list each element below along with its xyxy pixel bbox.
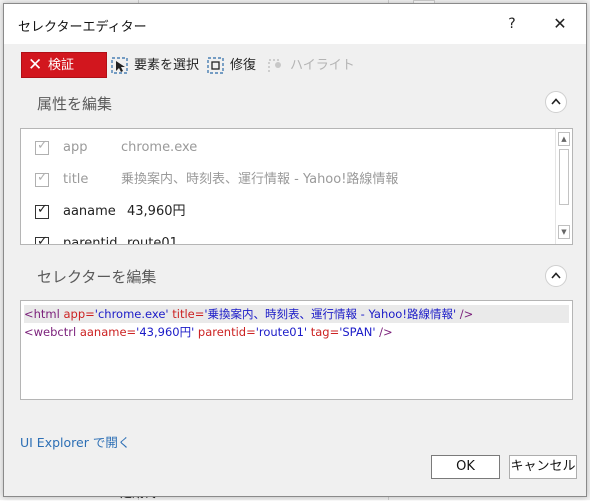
window-title: セレクターエディター <box>18 20 147 35</box>
select-element-label: 要素を選択 <box>134 58 200 73</box>
chevron-up-icon <box>551 272 561 279</box>
collapse-attributes-button[interactable] <box>545 91 567 113</box>
code-attribute: parentid= <box>194 325 256 339</box>
selector-line-webctrl: <webctrl aaname='43,960円' parentid='rout… <box>24 323 569 341</box>
attribute-row-parentid[interactable]: ✓ parentid route01 <box>21 230 554 245</box>
open-in-ui-explorer-link[interactable]: UI Explorer で開く <box>20 432 130 451</box>
attribute-value: chrome.exe <box>121 140 198 155</box>
repair-button[interactable]: 修復 <box>206 55 262 77</box>
edit-attributes-heading: 属性を編集 <box>37 95 113 113</box>
attribute-value: route01 <box>127 236 178 245</box>
edit-selector-heading: セレクターを編集 <box>37 268 157 286</box>
attribute-value: 43,960円 <box>127 204 186 219</box>
attributes-list[interactable]: ✓ app chrome.exe ✓ title 乗換案内、時刻表、運行情報 -… <box>20 128 573 245</box>
code-value: '43,960円' <box>136 325 195 339</box>
chevron-up-icon <box>551 98 561 105</box>
selector-line-html: <html app='chrome.exe' title='乗換案内、時刻表、運… <box>24 305 569 323</box>
attribute-name: app <box>63 140 88 155</box>
repair-target-icon <box>207 57 224 74</box>
attribute-row-title[interactable]: ✓ title 乗換案内、時刻表、運行情報 - Yahoo!路線情報 <box>21 166 554 196</box>
collapse-selector-button[interactable] <box>545 265 567 287</box>
scroll-up-icon[interactable]: ▲ <box>558 132 570 146</box>
attribute-name: aaname <box>63 204 116 219</box>
code-tag-close: /> <box>375 325 393 339</box>
validate-button[interactable]: ✕ 検証 <box>21 52 107 78</box>
validate-label: 検証 <box>48 58 75 73</box>
attribute-name: parentid <box>63 236 118 245</box>
code-attribute: app= <box>63 307 95 321</box>
help-button[interactable]: ? <box>496 10 528 38</box>
highlight-button[interactable]: ハイライト <box>266 55 355 77</box>
attributes-scrollbar[interactable]: ▲ ▼ <box>555 129 572 244</box>
scroll-thumb[interactable] <box>559 149 569 205</box>
select-element-button[interactable]: 要素を選択 <box>110 55 205 77</box>
selector-editor-dialog: セレクターエディター ? ✕ ✕ 検証 要素を選択 修復 ハイライト 属性を編集… <box>3 3 587 497</box>
attribute-checkbox[interactable]: ✓ <box>35 202 49 219</box>
attribute-checkbox[interactable]: ✓ <box>35 138 49 155</box>
attribute-value: 乗換案内、時刻表、運行情報 - Yahoo!路線情報 <box>121 172 399 187</box>
close-button[interactable]: ✕ <box>542 10 578 38</box>
code-value: '乗換案内、時刻表、運行情報 - Yahoo!路線情報' <box>204 307 457 321</box>
scroll-down-icon[interactable]: ▼ <box>558 225 570 239</box>
close-x-icon: ✕ <box>28 55 43 75</box>
cancel-button[interactable]: キャンセル <box>509 455 577 479</box>
attribute-row-app[interactable]: ✓ app chrome.exe <box>21 134 554 164</box>
attribute-checkbox[interactable]: ✓ <box>35 170 49 187</box>
toolbar: ✕ 検証 要素を選択 修復 ハイライト <box>4 52 586 82</box>
attribute-row-aaname[interactable]: ✓ aaname 43,960円 <box>21 198 554 228</box>
code-value: 'SPAN' <box>339 325 376 339</box>
code-attribute: aaname= <box>79 325 137 339</box>
selector-text-editor[interactable]: <html app='chrome.exe' title='乗換案内、時刻表、運… <box>20 300 573 400</box>
repair-label: 修復 <box>230 58 257 73</box>
title-bar[interactable]: セレクターエディター ? ✕ <box>4 4 586 44</box>
attribute-checkbox[interactable]: ✓ <box>35 234 49 244</box>
select-target-icon <box>111 57 128 74</box>
code-value: 'route01' <box>255 325 308 339</box>
code-attribute: title= <box>168 307 205 321</box>
highlight-icon <box>268 59 281 72</box>
attribute-name: title <box>63 172 89 187</box>
code-tag-close: /> <box>456 307 474 321</box>
code-tag: <webctrl <box>24 325 80 339</box>
code-attribute: tag= <box>307 325 340 339</box>
ok-button[interactable]: OK <box>431 455 500 479</box>
highlight-label: ハイライト <box>290 58 355 73</box>
code-value: 'chrome.exe' <box>94 307 169 321</box>
code-tag: <html <box>24 307 64 321</box>
